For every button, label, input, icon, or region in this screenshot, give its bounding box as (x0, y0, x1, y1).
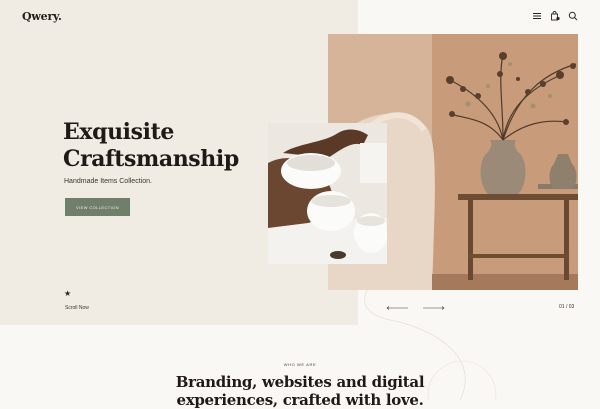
hero-subtitle: Handmade Items Collection. (64, 178, 152, 185)
slide-counter: 01 / 03 (559, 304, 575, 310)
arrow-left-icon[interactable] (386, 306, 408, 310)
scroll-now-link[interactable]: Scroll Now (65, 305, 89, 311)
section-title-line-1: Branding, websites and digital (175, 373, 425, 391)
hero-title: Exquisite Craftsmanship (63, 119, 303, 173)
pottery-illustration (268, 123, 387, 264)
search-icon[interactable] (568, 11, 578, 21)
logo[interactable]: Qwery. (22, 10, 62, 23)
hero-title-line-1: Exquisite (63, 119, 174, 145)
view-collection-button[interactable]: VIEW COLLECTION (65, 198, 130, 216)
arrow-right-icon[interactable] (423, 306, 445, 310)
hero-title-line-2: Craftsmanship (63, 146, 239, 172)
hero-image-pottery (268, 123, 387, 264)
cart-icon[interactable] (550, 11, 560, 21)
section-title: Branding, websites and digital experienc… (0, 373, 600, 409)
header-actions (532, 11, 578, 21)
section-title-line-2: experiences, crafted with love. (176, 391, 424, 409)
star-icon: ★ (64, 289, 72, 298)
section-eyebrow: WHO WE ARE (283, 362, 317, 367)
menu-icon[interactable] (532, 11, 542, 21)
